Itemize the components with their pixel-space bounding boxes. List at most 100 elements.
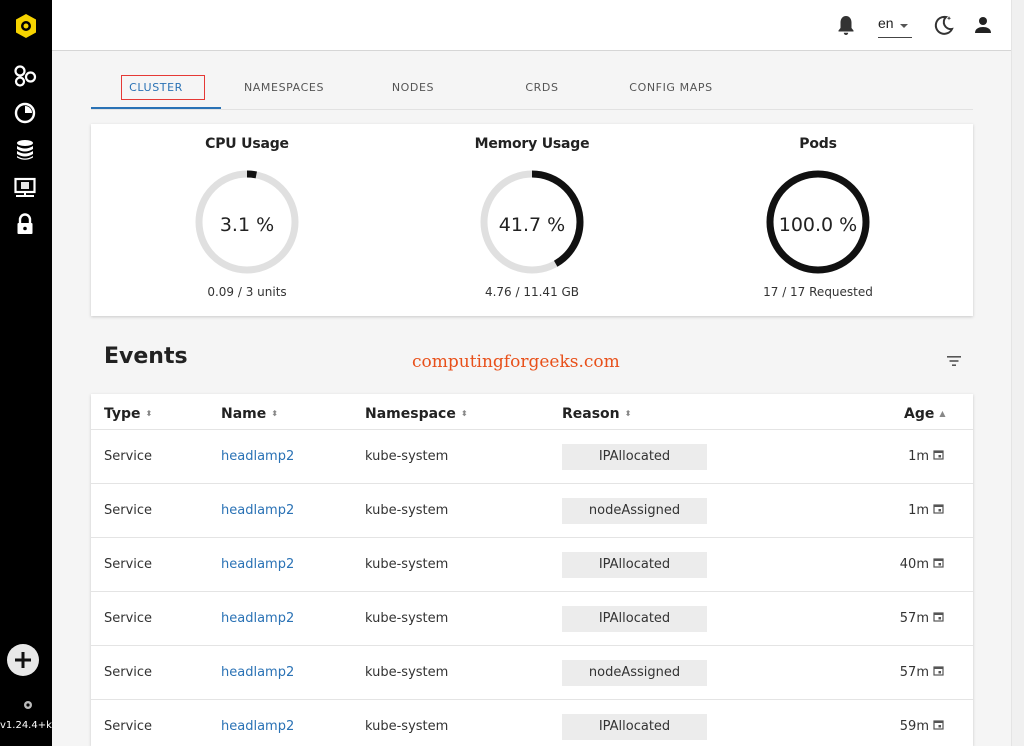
- sort-icon: ⬍: [145, 409, 153, 418]
- metric-value: 41.7 %: [498, 214, 566, 236]
- age-cell: 57m: [899, 611, 929, 626]
- sort-ascending-icon: ▲: [939, 409, 946, 418]
- reason-chip: IPAllocated: [562, 714, 707, 740]
- column-label: Age: [904, 406, 935, 422]
- filter-icon[interactable]: [944, 351, 964, 371]
- calendar-icon: [933, 558, 944, 568]
- column-label: Reason: [562, 406, 620, 422]
- metric-subtext: 0.09 / 3 units: [207, 285, 287, 299]
- tab-highlight-box: [121, 75, 205, 100]
- network-icon[interactable]: [13, 176, 37, 200]
- age-cell: 57m: [899, 665, 929, 680]
- reason-chip: IPAllocated: [562, 606, 707, 632]
- language-select[interactable]: en: [878, 14, 912, 38]
- namespace-cell: kube-system: [365, 611, 449, 626]
- name-link[interactable]: headlamp2: [221, 503, 294, 518]
- metric-title: Pods: [799, 136, 837, 152]
- tab-label: NODES: [391, 81, 435, 94]
- age-cell: 59m: [899, 719, 929, 734]
- chevron-down-icon: [900, 24, 908, 28]
- sort-icon: ⬍: [460, 409, 468, 418]
- table-row[interactable]: Service headlamp2 kube-system IPAllocate…: [91, 700, 973, 746]
- sort-icon: ⬍: [624, 409, 632, 418]
- settings-icon[interactable]: [23, 700, 33, 710]
- active-tab-indicator: [91, 107, 221, 109]
- sort-icon: ⬍: [271, 409, 278, 418]
- column-label: Namespace: [365, 406, 456, 422]
- cluster-metrics-card: CPU Usage 3.1 % 0.09 / 3 units Memory Us…: [91, 124, 973, 316]
- memory-usage-metric: Memory Usage 41.7 % 4.76 / 11.41 GB: [442, 124, 622, 316]
- table-row[interactable]: Service headlamp2 kube-system IPAllocate…: [91, 592, 973, 646]
- sidebar: v1.24.4+k0: [0, 0, 52, 746]
- namespace-cell: kube-system: [365, 665, 449, 680]
- calendar-icon: [933, 612, 944, 622]
- type-cell: Service: [104, 557, 153, 572]
- column-header-age[interactable]: Age ▲: [904, 406, 946, 422]
- namespace-cell: kube-system: [365, 449, 449, 464]
- top-bar: en: [52, 0, 1024, 51]
- name-link[interactable]: headlamp2: [221, 449, 294, 464]
- tab-label: CONFIG MAPS: [629, 81, 713, 94]
- cluster-icon[interactable]: [13, 64, 37, 88]
- reason-chip: IPAllocated: [562, 552, 707, 578]
- metric-title: Memory Usage: [474, 136, 590, 152]
- tab-label: CRDS: [525, 81, 559, 94]
- metric-subtext: 4.76 / 11.41 GB: [484, 285, 580, 299]
- tab-nodes[interactable]: NODES: [348, 72, 478, 108]
- headlamp-logo-icon[interactable]: [14, 13, 38, 39]
- name-link[interactable]: headlamp2: [221, 719, 294, 734]
- namespace-cell: kube-system: [365, 557, 449, 572]
- tab-config-maps[interactable]: CONFIG MAPS: [606, 72, 736, 108]
- add-resource-button[interactable]: [7, 644, 39, 676]
- tab-bar: CLUSTER NAMESPACES NODES CRDS CONFIG MAP…: [91, 72, 973, 110]
- user-account-icon[interactable]: [971, 13, 995, 37]
- plus-icon: [15, 652, 31, 668]
- events-heading: Events: [104, 344, 188, 369]
- calendar-icon: [933, 666, 944, 676]
- column-header-type[interactable]: Type ⬍: [104, 406, 152, 422]
- reason-chip: nodeAssigned: [562, 660, 707, 686]
- table-row[interactable]: Service headlamp2 kube-system nodeAssign…: [91, 484, 973, 538]
- reason-chip: nodeAssigned: [562, 498, 707, 524]
- name-link[interactable]: headlamp2: [221, 665, 294, 680]
- events-table: Type ⬍ Name ⬍ Namespace ⬍ Reason ⬍ Age ▲ Serv…: [91, 394, 973, 746]
- theme-toggle-icon[interactable]: [932, 13, 956, 37]
- type-cell: Service: [104, 611, 153, 626]
- metric-title: CPU Usage: [205, 136, 289, 152]
- column-header-name[interactable]: Name ⬍: [221, 406, 278, 422]
- metric-subtext: 17 / 17 Requested: [763, 285, 873, 299]
- table-row[interactable]: Service headlamp2 kube-system nodeAssign…: [91, 646, 973, 700]
- namespace-cell: kube-system: [365, 503, 449, 518]
- column-header-reason[interactable]: Reason ⬍: [562, 406, 631, 422]
- tab-crds[interactable]: CRDS: [477, 72, 607, 108]
- table-row[interactable]: Service headlamp2 kube-system IPAllocate…: [91, 538, 973, 592]
- type-cell: Service: [104, 719, 153, 734]
- security-icon[interactable]: [13, 212, 37, 236]
- tab-namespaces[interactable]: NAMESPACES: [219, 72, 349, 108]
- storage-icon[interactable]: [13, 138, 37, 162]
- calendar-icon: [933, 504, 944, 514]
- workloads-icon[interactable]: [13, 101, 37, 125]
- calendar-icon: [933, 450, 944, 460]
- table-row[interactable]: Service headlamp2 kube-system IPAllocate…: [91, 430, 973, 484]
- name-link[interactable]: headlamp2: [221, 611, 294, 626]
- type-cell: Service: [104, 449, 153, 464]
- pods-metric: Pods 100.0 % 17 / 17 Requested: [728, 124, 908, 316]
- tab-label: NAMESPACES: [243, 81, 325, 94]
- age-cell: 1m: [908, 503, 929, 518]
- namespace-cell: kube-system: [365, 719, 449, 734]
- notifications-bell-icon[interactable]: [834, 13, 858, 37]
- age-cell: 1m: [908, 449, 929, 464]
- type-cell: Service: [104, 503, 153, 518]
- version-label: v1.24.4+k0: [0, 720, 52, 731]
- metric-value: 3.1 %: [219, 214, 275, 236]
- calendar-icon: [933, 720, 944, 730]
- page-scrollbar[interactable]: [1011, 0, 1024, 746]
- reason-chip: IPAllocated: [562, 444, 707, 470]
- name-link[interactable]: headlamp2: [221, 557, 294, 572]
- metric-value: 100.0 %: [778, 214, 858, 236]
- cpu-usage-metric: CPU Usage 3.1 % 0.09 / 3 units: [157, 124, 337, 316]
- column-label: Name: [221, 406, 267, 422]
- watermark-text: computingforgeeks.com: [412, 352, 620, 372]
- column-header-namespace[interactable]: Namespace ⬍: [365, 406, 468, 422]
